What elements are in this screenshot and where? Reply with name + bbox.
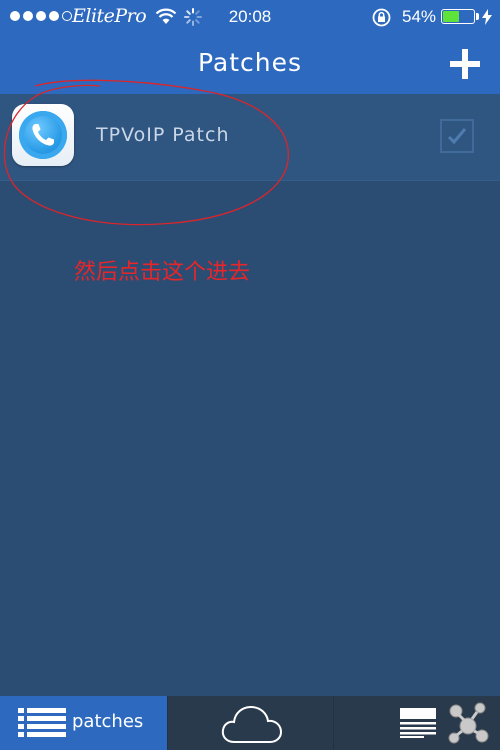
annotation-circle	[3, 79, 289, 226]
list-icon	[18, 708, 66, 737]
checkmark-icon	[447, 128, 467, 145]
tab-patches-label: patches	[72, 711, 144, 732]
rotation-lock-icon	[372, 8, 391, 27]
document-icon	[400, 708, 436, 738]
charging-bolt-icon	[482, 9, 492, 25]
patch-enabled-checkbox[interactable]	[440, 119, 474, 153]
page-title: Patches	[197, 48, 303, 77]
battery-level	[443, 11, 459, 22]
tab-bar: patches	[0, 696, 500, 750]
battery-icon	[441, 9, 475, 24]
tab-cloud[interactable]	[167, 696, 334, 750]
battery-percent: 54%	[402, 7, 437, 26]
status-bar: ElitePro 20:08 54%	[0, 0, 500, 34]
add-patch-button[interactable]	[446, 44, 486, 84]
mascot-logo-icon	[448, 702, 489, 744]
cloud-icon	[221, 705, 283, 743]
battery-tip	[476, 13, 479, 20]
tab-news[interactable]	[334, 696, 500, 750]
tab-patches[interactable]: patches	[0, 696, 167, 750]
annotation-text: 然后点击这个进去	[74, 260, 251, 285]
